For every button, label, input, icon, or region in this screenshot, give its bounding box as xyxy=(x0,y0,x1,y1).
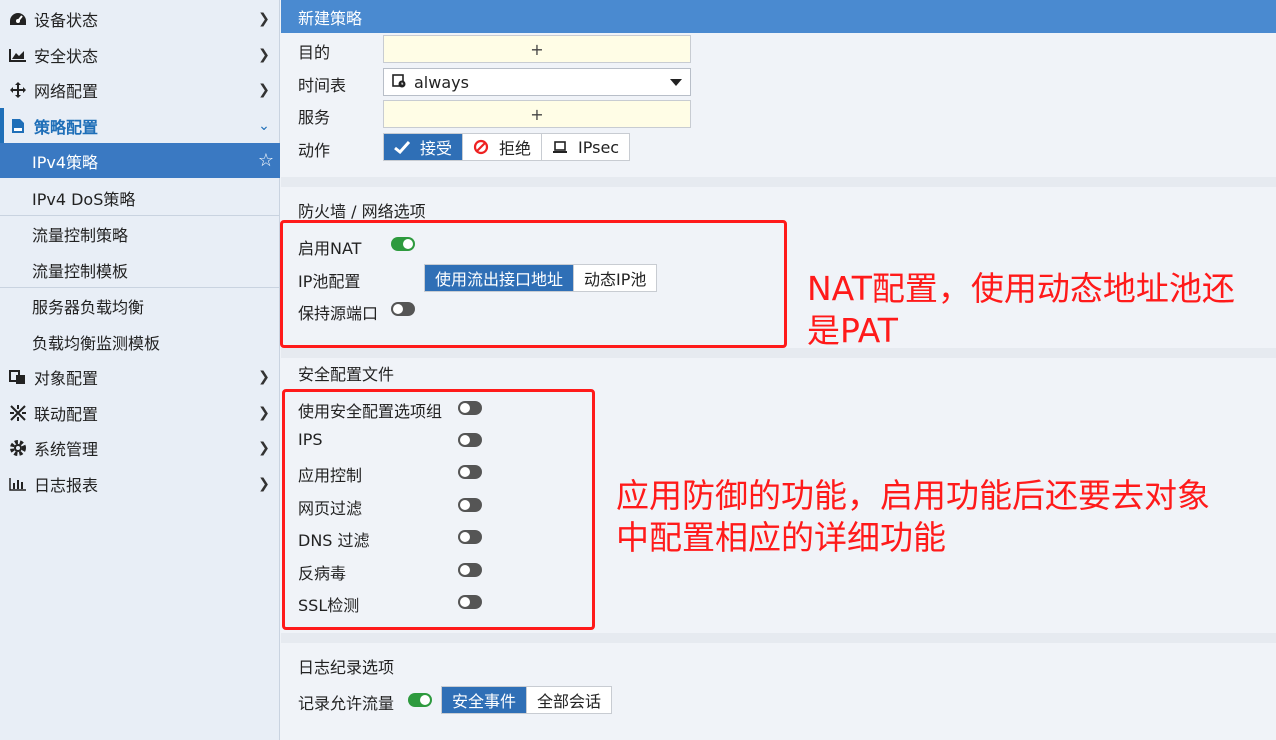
sidebar-item-policy-config[interactable]: 策略配置 ⌄ xyxy=(0,108,280,143)
action-label: 动作 xyxy=(298,141,331,160)
section-divider xyxy=(281,633,1276,643)
bar-chart-icon xyxy=(8,477,28,491)
dest-label: 目的 xyxy=(298,43,331,62)
chevron-right-icon: ❯ xyxy=(258,439,270,456)
sec-section-title: 安全配置文件 xyxy=(298,365,395,384)
plus-icon: + xyxy=(530,39,544,59)
sidebar-item-device-status[interactable]: 设备状态 ❯ xyxy=(0,1,280,36)
schedule-label: 时间表 xyxy=(298,76,347,95)
move-arrows-icon xyxy=(8,81,28,99)
policy-doc-icon xyxy=(8,118,28,134)
sidebar-sub-label: IPv4策略 xyxy=(32,152,99,172)
sidebar-item-security-status[interactable]: 安全状态 ❯ xyxy=(0,37,280,72)
laptop-icon xyxy=(552,140,568,154)
sidebar-sub-ipv4-dos-policy[interactable]: IPv4 DoS策略 xyxy=(0,180,280,215)
gear-icon xyxy=(8,439,28,457)
fw-section-title: 防火墙 / 网络选项 xyxy=(298,202,426,221)
section-divider xyxy=(281,177,1276,187)
linkage-icon xyxy=(8,404,28,422)
sidebar-sub-traffic-template[interactable]: 流量控制模板 xyxy=(0,252,280,287)
log-allowed-toggle[interactable] xyxy=(408,693,432,707)
sidebar-sub-server-lb[interactable]: 服务器负载均衡 xyxy=(0,288,280,323)
sidebar-item-label: 对象配置 xyxy=(34,368,99,388)
sidebar-sub-label: IPv4 DoS策略 xyxy=(32,189,136,209)
log-allowed-label: 记录允许流量 xyxy=(298,694,395,713)
sidebar-sub-label: 服务器负载均衡 xyxy=(32,297,145,317)
sidebar-item-label: 策略配置 xyxy=(34,117,99,137)
service-field[interactable]: + xyxy=(383,100,691,128)
sidebar-item-label: 联动配置 xyxy=(34,404,99,424)
chevron-right-icon: ❯ xyxy=(258,81,270,98)
log-button-group: 安全事件 全部会话 xyxy=(441,686,613,714)
page-title: 新建策略 xyxy=(281,0,1276,33)
sidebar-item-label: 日志报表 xyxy=(34,475,99,495)
sidebar-item-linkage-config[interactable]: 联动配置 ❯ xyxy=(0,395,280,430)
chevron-right-icon: ❯ xyxy=(258,475,270,492)
deny-label: 拒绝 xyxy=(499,139,532,158)
sidebar-item-object-config[interactable]: 对象配置 ❯ xyxy=(0,359,280,394)
sidebar-sub-label: 流量控制策略 xyxy=(32,225,129,245)
service-label: 服务 xyxy=(298,108,331,127)
dropdown-caret-icon xyxy=(670,78,682,86)
security-annotation: 应用防御的功能，启用功能后还要去对象中配置相应的详细功能 xyxy=(616,476,1210,557)
area-chart-icon xyxy=(8,48,28,62)
sidebar-item-system-admin[interactable]: 系统管理 ❯ xyxy=(0,430,280,465)
schedule-value: always xyxy=(414,72,469,92)
deny-button[interactable]: 拒绝 xyxy=(463,134,543,160)
sidebar-sub-traffic-policy[interactable]: 流量控制策略 xyxy=(0,216,280,251)
dashboard-icon xyxy=(8,11,28,27)
star-icon[interactable]: ☆ xyxy=(258,150,274,171)
sidebar-sub-label: 负载均衡监测模板 xyxy=(32,333,161,353)
nat-annotation: NAT配置，使用动态地址池还是PAT xyxy=(807,269,1235,350)
chevron-down-icon: ⌄ xyxy=(258,117,270,134)
object-icon xyxy=(8,369,28,385)
security-highlight-box xyxy=(282,389,595,630)
sidebar-item-label: 安全状态 xyxy=(34,46,99,66)
accept-button[interactable]: 接受 xyxy=(384,134,464,160)
sidebar-sub-lb-monitor-template[interactable]: 负载均衡监测模板 xyxy=(0,324,280,359)
chevron-right-icon: ❯ xyxy=(258,368,270,385)
schedule-icon xyxy=(392,73,406,92)
chevron-right-icon: ❯ xyxy=(258,10,270,27)
chevron-right-icon: ❯ xyxy=(258,404,270,421)
sidebar-sub-ipv4-policy[interactable]: IPv4策略 ☆ xyxy=(0,143,280,178)
ipsec-label: IPsec xyxy=(578,137,620,157)
nat-highlight-box xyxy=(280,220,787,348)
ipsec-button[interactable]: IPsec xyxy=(542,134,630,160)
security-events-button[interactable]: 安全事件 xyxy=(442,687,528,713)
sidebar-item-label: 网络配置 xyxy=(34,81,99,101)
sidebar-item-label: 设备状态 xyxy=(34,10,99,30)
accept-label: 接受 xyxy=(420,139,453,158)
action-button-group: 接受 拒绝 IPsec xyxy=(383,133,631,161)
page-title-text: 新建策略 xyxy=(298,8,363,28)
deny-icon xyxy=(473,139,489,155)
plus-icon: + xyxy=(530,104,544,124)
sidebar-item-log-report[interactable]: 日志报表 ❯ xyxy=(0,466,280,501)
chevron-right-icon: ❯ xyxy=(258,46,270,63)
dest-field[interactable]: + xyxy=(383,35,691,63)
all-sessions-button[interactable]: 全部会话 xyxy=(527,687,612,713)
sidebar: 设备状态 ❯ 安全状态 ❯ 网络配置 ❯ 策略配置 ⌄ IPv4策略 ☆ IPv… xyxy=(0,0,280,740)
sidebar-item-network-config[interactable]: 网络配置 ❯ xyxy=(0,72,280,107)
schedule-select[interactable]: always xyxy=(383,68,691,96)
sidebar-sub-label: 流量控制模板 xyxy=(32,261,129,281)
main-panel: 新建策略 目的 + 时间表 always 服务 + 动作 接受 拒绝 IPsec… xyxy=(280,0,1276,740)
sidebar-item-label: 系统管理 xyxy=(34,439,99,459)
check-icon xyxy=(394,140,410,154)
log-section-title: 日志纪录选项 xyxy=(298,658,395,677)
